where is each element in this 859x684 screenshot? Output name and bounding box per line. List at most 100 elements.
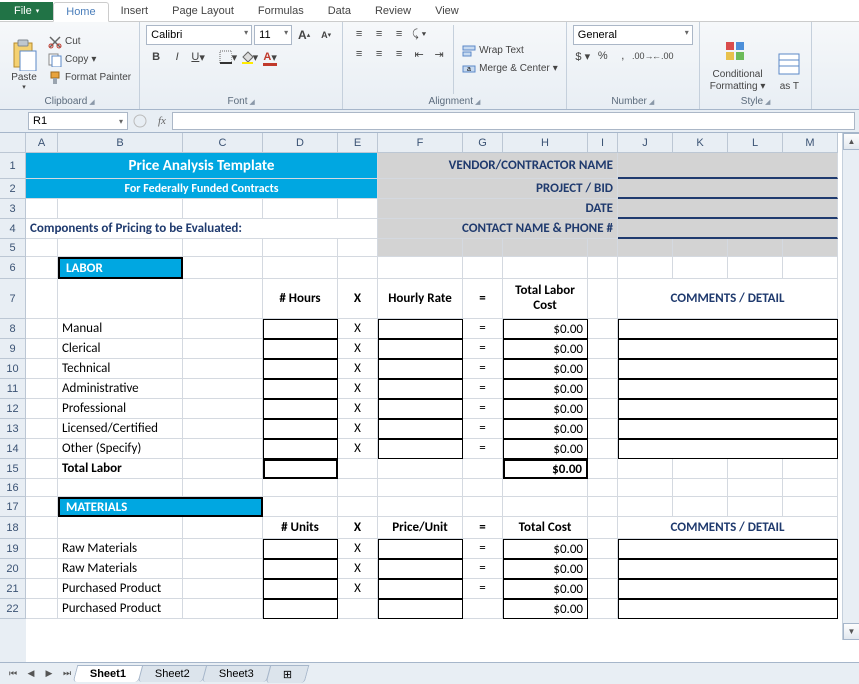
cell-H19[interactable]: $0.00 xyxy=(503,539,588,559)
vertical-scrollbar[interactable]: ▲ ▼ xyxy=(842,133,859,640)
comma-button[interactable]: , xyxy=(613,47,633,65)
cell-C20[interactable] xyxy=(183,559,263,579)
cell-J3[interactable] xyxy=(618,199,838,219)
wrap-text-button[interactable]: Wrap Text xyxy=(460,43,560,59)
cell-C8[interactable] xyxy=(183,319,263,339)
cell-E6[interactable] xyxy=(338,257,378,279)
cell-H18[interactable]: Total Cost xyxy=(503,517,588,539)
cell-F16[interactable] xyxy=(378,479,463,497)
format-painter-button[interactable]: Format Painter xyxy=(46,70,133,86)
cell-G11[interactable]: = xyxy=(463,379,503,399)
cell-A11[interactable] xyxy=(26,379,58,399)
underline-button[interactable]: U ▾ xyxy=(188,48,208,66)
cell-I22[interactable] xyxy=(588,599,618,619)
grow-font-button[interactable]: A▴ xyxy=(294,26,314,44)
row-header-10[interactable]: 10 xyxy=(0,359,26,379)
border-button[interactable]: ▾ xyxy=(218,48,238,66)
cell-E8[interactable]: X xyxy=(338,319,378,339)
row-header-14[interactable]: 14 xyxy=(0,439,26,459)
row-header-20[interactable]: 20 xyxy=(0,559,26,579)
cell-I5[interactable] xyxy=(588,239,618,257)
cell-F7[interactable]: Hourly Rate xyxy=(378,279,463,319)
name-box[interactable]: R1 xyxy=(28,112,128,130)
cell-G16[interactable] xyxy=(463,479,503,497)
cell-A2[interactable]: For Federally Funded Contracts xyxy=(26,179,378,199)
row-header-3[interactable]: 3 xyxy=(0,199,26,219)
cell-I15[interactable] xyxy=(588,459,618,479)
cell-I19[interactable] xyxy=(588,539,618,559)
cell-A6[interactable] xyxy=(26,257,58,279)
cell-H14[interactable]: $0.00 xyxy=(503,439,588,459)
cell-C6[interactable] xyxy=(183,257,263,279)
tab-view[interactable]: View xyxy=(423,2,471,20)
row-header-2[interactable]: 2 xyxy=(0,179,26,199)
row-header-4[interactable]: 4 xyxy=(0,219,26,239)
fill-color-button[interactable]: ▾ xyxy=(239,48,259,66)
cell-M6[interactable] xyxy=(783,257,838,279)
cell-A17[interactable] xyxy=(26,497,58,517)
cell-E10[interactable]: X xyxy=(338,359,378,379)
sheet-nav-next[interactable]: ▶ xyxy=(40,666,58,682)
cell-J20[interactable] xyxy=(618,559,838,579)
cell-F13[interactable] xyxy=(378,419,463,439)
sheet-tab-2[interactable]: Sheet2 xyxy=(138,665,207,682)
cell-E15[interactable] xyxy=(338,459,378,479)
cell-C13[interactable] xyxy=(183,419,263,439)
col-header-E[interactable]: E xyxy=(338,133,378,153)
cell-D16[interactable] xyxy=(263,479,338,497)
cell-G9[interactable]: = xyxy=(463,339,503,359)
cell-F3[interactable]: DATE xyxy=(378,199,618,219)
cell-L6[interactable] xyxy=(728,257,783,279)
cell-J16[interactable] xyxy=(618,479,673,497)
cell-G17[interactable] xyxy=(463,497,503,517)
cell-F12[interactable] xyxy=(378,399,463,419)
cell-A1[interactable]: Price Analysis Template xyxy=(26,153,378,179)
cell-C14[interactable] xyxy=(183,439,263,459)
tab-page-layout[interactable]: Page Layout xyxy=(160,2,246,20)
cell-J19[interactable] xyxy=(618,539,838,559)
cell-J21[interactable] xyxy=(618,579,838,599)
cell-E11[interactable]: X xyxy=(338,379,378,399)
align-middle-button[interactable]: ≡ xyxy=(369,25,389,43)
cell-H20[interactable]: $0.00 xyxy=(503,559,588,579)
tab-data[interactable]: Data xyxy=(316,2,363,20)
align-right-button[interactable]: ≡ xyxy=(389,45,409,63)
cell-B13[interactable]: Licensed/Certified xyxy=(58,419,183,439)
cell-J6[interactable] xyxy=(618,257,673,279)
cell-B7[interactable] xyxy=(58,279,183,319)
cell-D12[interactable] xyxy=(263,399,338,419)
row-header-21[interactable]: 21 xyxy=(0,579,26,599)
cell-F5[interactable] xyxy=(378,239,463,257)
cell-C3[interactable] xyxy=(183,199,263,219)
cell-F2[interactable]: PROJECT / BID xyxy=(378,179,618,199)
cell-I12[interactable] xyxy=(588,399,618,419)
cell-J17[interactable] xyxy=(618,497,673,517)
cell-H13[interactable]: $0.00 xyxy=(503,419,588,439)
cell-H17[interactable] xyxy=(503,497,588,517)
cell-B10[interactable]: Technical xyxy=(58,359,183,379)
cell-H11[interactable]: $0.00 xyxy=(503,379,588,399)
sheet-tab-new[interactable]: ⊞ xyxy=(265,665,309,683)
cell-H22[interactable]: $0.00 xyxy=(503,599,588,619)
cell-C9[interactable] xyxy=(183,339,263,359)
cell-A18[interactable] xyxy=(26,517,58,539)
cell-H9[interactable]: $0.00 xyxy=(503,339,588,359)
cell-J10[interactable] xyxy=(618,359,838,379)
cell-E5[interactable] xyxy=(338,239,378,257)
cell-J4[interactable] xyxy=(618,219,838,239)
conditional-formatting-button[interactable]: ConditionalFormatting ▾ xyxy=(706,25,770,94)
orientation-button[interactable]: ⤹ ▾ xyxy=(409,25,429,43)
increase-decimal-button[interactable]: .00→ xyxy=(633,47,653,65)
cell-J15[interactable] xyxy=(618,459,673,479)
cell-H10[interactable]: $0.00 xyxy=(503,359,588,379)
cell-J2[interactable] xyxy=(618,179,838,199)
cell-G20[interactable]: = xyxy=(463,559,503,579)
cell-F10[interactable] xyxy=(378,359,463,379)
cell-A8[interactable] xyxy=(26,319,58,339)
cell-H21[interactable]: $0.00 xyxy=(503,579,588,599)
cell-B3[interactable] xyxy=(58,199,183,219)
tab-insert[interactable]: Insert xyxy=(109,2,161,20)
cell-H8[interactable]: $0.00 xyxy=(503,319,588,339)
scroll-up-button[interactable]: ▲ xyxy=(843,133,859,150)
col-header-L[interactable]: L xyxy=(728,133,783,153)
